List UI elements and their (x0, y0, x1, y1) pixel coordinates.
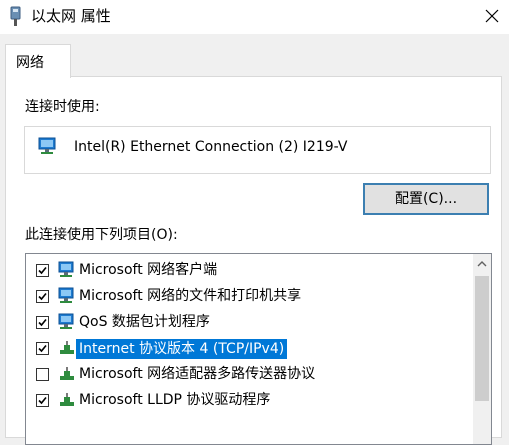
window-title: 以太网 属性 (31, 7, 111, 25)
item-label: Microsoft 网络客户端 (79, 262, 218, 278)
ethernet-plug-icon (9, 6, 22, 28)
checkmark-icon (38, 344, 47, 353)
qos-scheduler-icon (58, 313, 76, 335)
protocol-icon (58, 365, 76, 387)
list-item[interactable]: Microsoft LLDP 协议驱动程序 (26, 388, 472, 414)
list-item[interactable]: Microsoft 网络的文件和打印机共享 (26, 284, 472, 310)
list-item[interactable]: QoS 数据包计划程序 (26, 310, 472, 336)
configure-button[interactable]: 配置(C)... (363, 183, 489, 215)
items-listbox[interactable]: Microsoft 网络客户端 Microsoft 网络的文件和打印机共享 Qo… (25, 253, 492, 445)
protocol-icon (58, 339, 76, 361)
tab-network[interactable]: 网络 (5, 44, 71, 78)
list-item[interactable]: Microsoft 网络适配器多路传送器协议 (26, 362, 472, 388)
adapter-name: Intel(R) Ethernet Connection (2) I219-V (74, 139, 348, 155)
list-item[interactable]: Microsoft 网络客户端 (26, 258, 472, 284)
list-scrollbar[interactable] (473, 254, 491, 444)
checkmark-icon (38, 292, 47, 301)
item-checkbox[interactable] (36, 394, 49, 407)
tab-network-label: 网络 (16, 55, 44, 71)
checkmark-icon (38, 318, 47, 327)
checkmark-icon (38, 266, 47, 275)
item-checkbox[interactable] (36, 316, 49, 329)
items-label: 此连接使用下列项目(O): (25, 227, 178, 243)
close-button[interactable] (475, 0, 509, 34)
network-tab-panel: 连接时使用: Intel(R) Ethernet Connection (2) … (5, 76, 502, 445)
chevron-up-icon (477, 261, 487, 267)
item-label: Internet 协议版本 4 (TCP/IPv4) (76, 339, 288, 359)
connect-using-label: 连接时使用: (25, 99, 100, 115)
item-checkbox[interactable] (36, 290, 49, 303)
protocol-icon (58, 391, 76, 413)
item-label: QoS 数据包计划程序 (79, 314, 210, 330)
item-checkbox[interactable] (36, 342, 49, 355)
item-checkbox[interactable] (36, 368, 49, 381)
item-label: Microsoft 网络适配器多路传送器协议 (79, 366, 316, 382)
close-icon (485, 9, 499, 23)
list-item[interactable]: Internet 协议版本 4 (TCP/IPv4) (26, 336, 472, 362)
adapter-field: Intel(R) Ethernet Connection (2) I219-V (24, 126, 491, 174)
item-checkbox[interactable] (36, 264, 49, 277)
scroll-up-button[interactable] (473, 254, 491, 274)
network-adapter-icon (37, 136, 59, 162)
item-label: Microsoft 网络的文件和打印机共享 (79, 288, 302, 304)
checkmark-icon (38, 396, 47, 405)
scroll-thumb[interactable] (475, 276, 489, 401)
title-bar: 以太网 属性 (0, 0, 509, 34)
file-printer-sharing-icon (58, 287, 76, 309)
item-label: Microsoft LLDP 协议驱动程序 (79, 392, 271, 408)
network-client-icon (58, 261, 76, 283)
